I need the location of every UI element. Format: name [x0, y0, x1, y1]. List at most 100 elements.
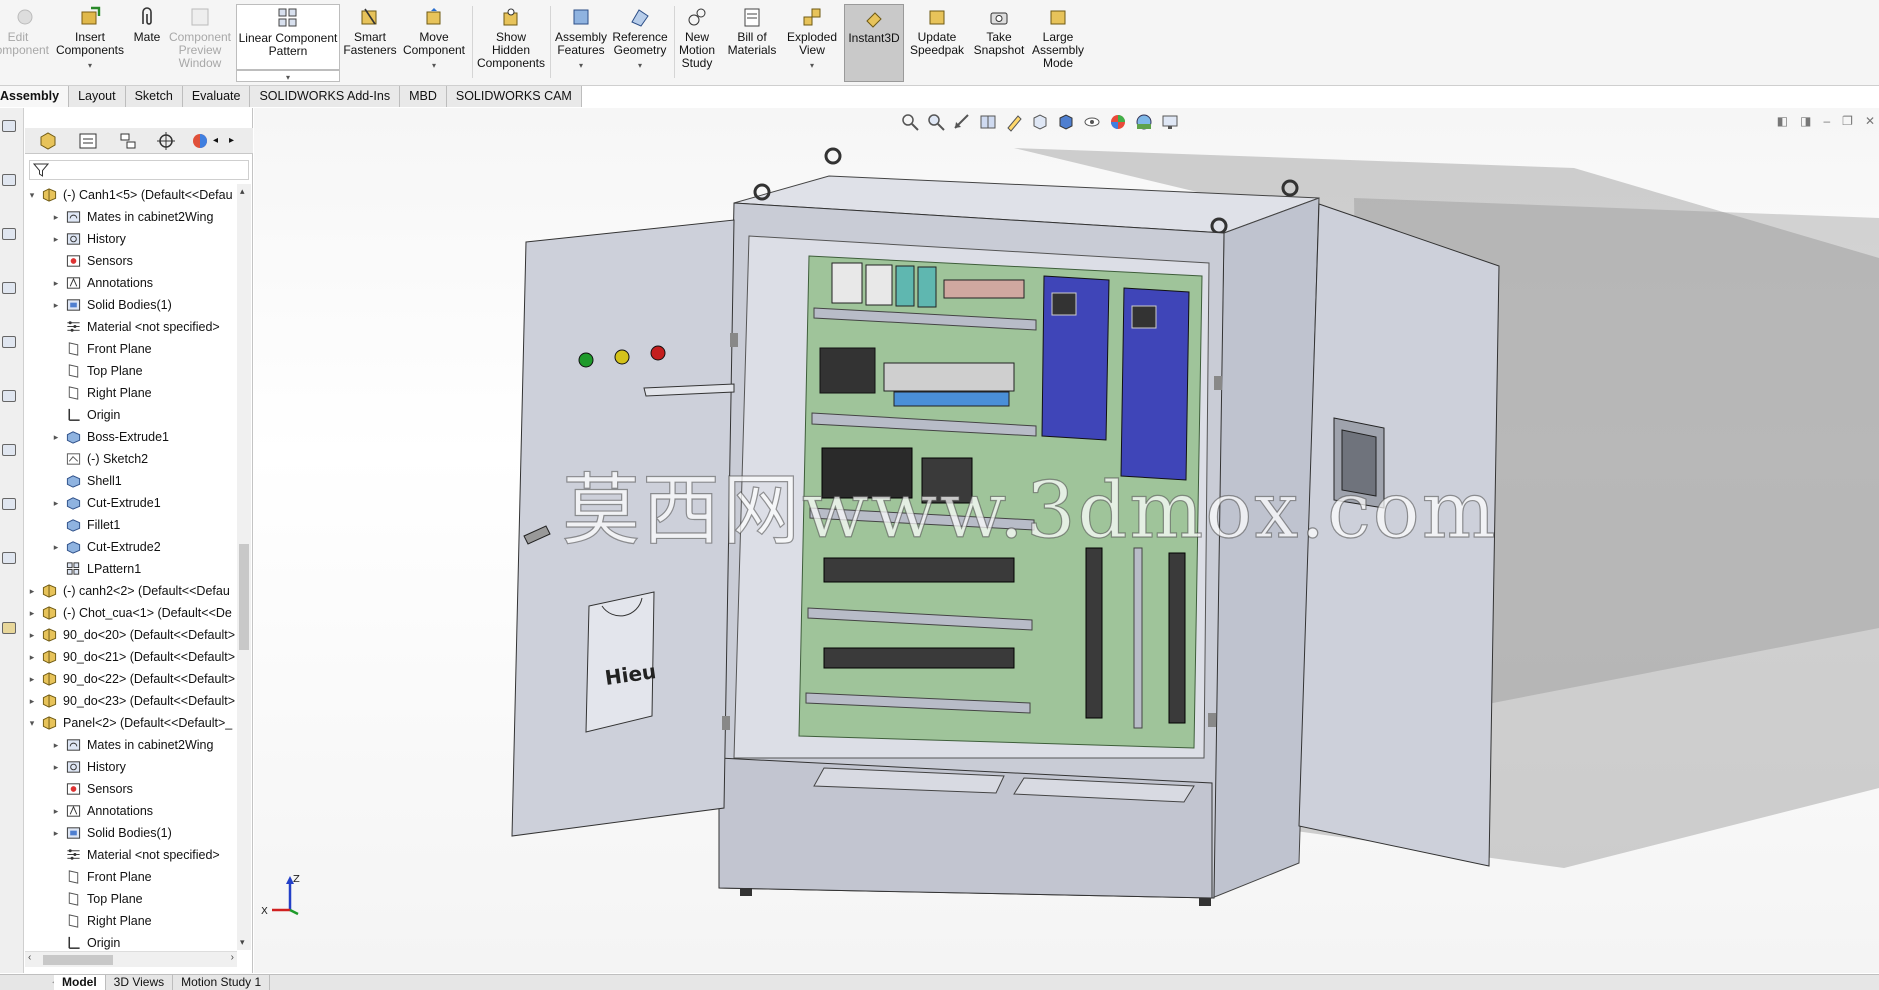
expand-arrow-icon[interactable]: ▸	[51, 294, 61, 316]
tree-item[interactable]: ▸ Boss-Extrude1	[25, 426, 237, 448]
tree-item[interactable]: Top Plane	[25, 888, 237, 910]
reference-geometry-dropdown-icon[interactable]: ▾	[638, 59, 642, 72]
tree-item[interactable]: ▸ Cut-Extrude2	[25, 536, 237, 558]
display-manager-icon[interactable]	[189, 131, 211, 151]
tree-item[interactable]: ▸ Annotations	[25, 800, 237, 822]
component-preview-window-button[interactable]: Component Preview Window	[166, 4, 234, 82]
toolbar-tool-icon[interactable]	[2, 174, 16, 186]
tree-item[interactable]: ▸ History	[25, 228, 237, 250]
exploded-view-dropdown-icon[interactable]: ▾	[810, 59, 814, 72]
expand-arrow-icon[interactable]: ▸	[51, 206, 61, 228]
tree-item[interactable]: ▸ 90_do<22> (Default<<Default>	[25, 668, 237, 690]
expand-arrow-icon[interactable]: ▸	[51, 426, 61, 448]
tab-mbd[interactable]: MBD	[400, 86, 447, 107]
tree-item[interactable]: LPattern1	[25, 558, 237, 580]
tree-horizontal-scrollbar[interactable]: ‹ ›	[25, 951, 237, 967]
toolbar-tool-icon[interactable]	[2, 336, 16, 348]
tree-item[interactable]: Top Plane	[25, 360, 237, 382]
tree-item[interactable]: Sensors	[25, 250, 237, 272]
tree-item[interactable]: Origin	[25, 932, 237, 950]
tree-item[interactable]: Material <not specified>	[25, 844, 237, 866]
tab-scroll-arrows-icon[interactable]: ◂◂ ◂ ▸ ▸▸	[0, 975, 62, 990]
tab-solidworks-add-ins[interactable]: SOLIDWORKS Add-Ins	[250, 86, 401, 107]
exploded-view-button[interactable]: Exploded View ▾	[784, 4, 840, 82]
tree-filter[interactable]	[29, 160, 249, 180]
toolbar-tool-icon[interactable]	[2, 120, 16, 132]
tree-item[interactable]: ▸ Annotations	[25, 272, 237, 294]
assembly-features-button[interactable]: Assembly Features ▾	[554, 4, 608, 82]
take-snapshot-button[interactable]: Take Snapshot	[970, 4, 1028, 82]
tree-item[interactable]: Origin	[25, 404, 237, 426]
expand-arrow-icon[interactable]: ▸	[51, 228, 61, 250]
tree-item[interactable]: ▸ 90_do<23> (Default<<Default>	[25, 690, 237, 712]
bill-of-materials-button[interactable]: Bill of Materials	[722, 4, 782, 82]
tree-scroll-thumb[interactable]	[239, 544, 249, 650]
expand-arrow-icon[interactable]: ▸	[51, 272, 61, 294]
dimxpert-manager-icon[interactable]	[155, 131, 177, 151]
tree-item[interactable]: Material <not specified>	[25, 316, 237, 338]
tree-item[interactable]: Fillet1	[25, 514, 237, 536]
toolbar-tool-icon[interactable]	[2, 444, 16, 456]
new-motion-study-button[interactable]: New Motion Study	[676, 4, 718, 82]
toolbar-tool-icon[interactable]	[2, 552, 16, 564]
expand-arrow-icon[interactable]: ▸	[27, 602, 37, 624]
tree-vertical-scrollbar[interactable]: ▴ ▾	[237, 184, 251, 950]
tree-item[interactable]: (-) Sketch2	[25, 448, 237, 470]
mate-button[interactable]: Mate	[130, 4, 164, 82]
expand-arrow-icon[interactable]: ▸	[51, 536, 61, 558]
toolbar-tool-icon[interactable]	[2, 622, 16, 634]
edit-component-button[interactable]: Edit Component	[0, 4, 50, 82]
tab-motion-study-1[interactable]: Motion Study 1	[173, 975, 271, 990]
scroll-up-arrow-icon[interactable]: ▴	[240, 186, 245, 197]
tree-item[interactable]: ▾ (-) Canh1<5> (Default<<Defau	[25, 184, 237, 206]
tab-solidworks-cam[interactable]: SOLIDWORKS CAM	[446, 86, 582, 107]
expand-arrow-icon[interactable]: ▸	[51, 822, 61, 844]
graphics-area[interactable]: ◧ ◨ – ❐ ✕ Hieu 莫西网www.3dmox.com Z X	[254, 108, 1879, 973]
toolbar-tool-icon[interactable]	[2, 498, 16, 510]
expand-arrow-icon[interactable]: ▸	[27, 624, 37, 646]
tree-item[interactable]: Shell1	[25, 470, 237, 492]
tree-item[interactable]: ▸ Solid Bodies(1)	[25, 822, 237, 844]
tree-item[interactable]: Right Plane	[25, 382, 237, 404]
tab-3d-views[interactable]: 3D Views	[106, 975, 174, 990]
insert-components-button[interactable]: Insert Components ▾	[52, 4, 128, 82]
tree-item[interactable]: ▾ Panel<2> (Default<<Default>_	[25, 712, 237, 734]
tree-item[interactable]: ▸ Mates in cabinet2Wing	[25, 206, 237, 228]
property-manager-icon[interactable]	[77, 131, 99, 151]
insert-components-dropdown-icon[interactable]: ▾	[88, 59, 92, 72]
tab-layout[interactable]: Layout	[69, 86, 126, 107]
toolbar-tool-icon[interactable]	[2, 282, 16, 294]
tab-sketch[interactable]: Sketch	[125, 86, 183, 107]
tabs-scroll-right-icon[interactable]: ▸	[229, 131, 251, 151]
tree-item[interactable]: ▸ (-) Chot_cua<1> (Default<<De	[25, 602, 237, 624]
expand-arrow-icon[interactable]: ▸	[27, 668, 37, 690]
tree-item[interactable]: ▸ (-) canh2<2> (Default<<Defau	[25, 580, 237, 602]
scroll-left-arrow-icon[interactable]: ‹	[28, 952, 31, 963]
linear-component-pattern-button[interactable]: Linear Component Pattern	[236, 4, 340, 70]
instant3d-button[interactable]: Instant3D	[844, 4, 904, 82]
expand-arrow-icon[interactable]: ▸	[51, 756, 61, 778]
tree-item[interactable]: ▸ Cut-Extrude1	[25, 492, 237, 514]
collapse-arrow-icon[interactable]: ▾	[27, 184, 37, 206]
tree-item[interactable]: ▸ 90_do<20> (Default<<Default>	[25, 624, 237, 646]
expand-arrow-icon[interactable]: ▸	[27, 690, 37, 712]
tree-item[interactable]: Sensors	[25, 778, 237, 800]
tree-item[interactable]: ▸ Mates in cabinet2Wing	[25, 734, 237, 756]
move-component-dropdown-icon[interactable]: ▾	[432, 59, 436, 72]
tree-item[interactable]: ▸ History	[25, 756, 237, 778]
tab-assembly[interactable]: Assembly	[0, 86, 70, 107]
move-component-button[interactable]: Move Component ▾	[400, 4, 468, 82]
update-speedpak-button[interactable]: Update Speedpak	[908, 4, 966, 82]
collapse-arrow-icon[interactable]: ▾	[27, 712, 37, 734]
tree-item[interactable]: Right Plane	[25, 910, 237, 932]
tree-item[interactable]: ▸ 90_do<21> (Default<<Default>	[25, 646, 237, 668]
large-assembly-mode-button[interactable]: Large Assembly Mode	[1030, 4, 1086, 82]
smart-fasteners-button[interactable]: Smart Fasteners	[343, 4, 397, 82]
tree-item[interactable]: Front Plane	[25, 866, 237, 888]
linear-pattern-dropdown[interactable]: ▾	[236, 70, 340, 82]
expand-arrow-icon[interactable]: ▸	[51, 734, 61, 756]
tree-item[interactable]: ▸ Solid Bodies(1)	[25, 294, 237, 316]
toolbar-tool-icon[interactable]	[2, 228, 16, 240]
expand-arrow-icon[interactable]: ▸	[51, 800, 61, 822]
configuration-manager-icon[interactable]	[117, 131, 139, 151]
